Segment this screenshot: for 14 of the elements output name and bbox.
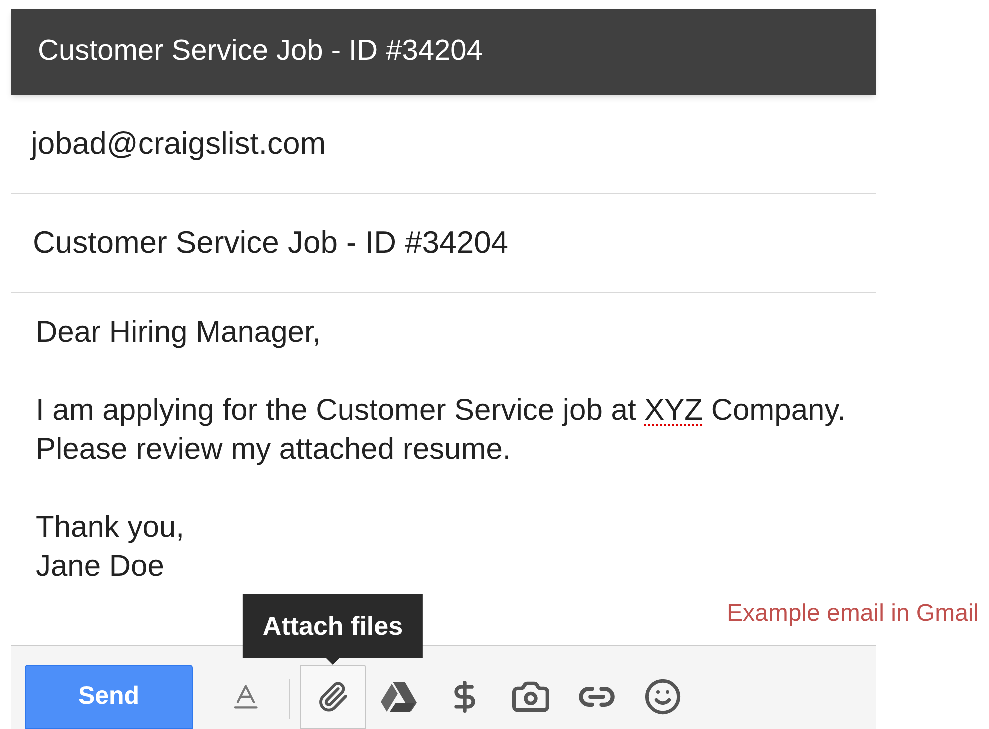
body-text-line: Please review my attached resume. bbox=[36, 432, 512, 468]
tooltip: Attach files bbox=[242, 594, 424, 658]
smiley-icon bbox=[644, 678, 682, 716]
body-text-line: Dear Hiring Manager, bbox=[36, 315, 322, 351]
paperclip-icon bbox=[317, 681, 349, 713]
body-text-line: Jane Doe bbox=[36, 549, 166, 585]
body-text-line: I am applying for the Customer Service job at XYZ Company. bbox=[36, 393, 847, 429]
tooltip-pointer bbox=[326, 658, 340, 665]
drive-icon bbox=[380, 681, 418, 713]
caption: Example email in Gmail bbox=[727, 599, 980, 629]
recipient-field[interactable]: jobad@craigslist.com bbox=[31, 120, 326, 168]
window-title: Customer Service Job - ID #34204 bbox=[38, 34, 483, 70]
body-text-line: Thank you, bbox=[36, 510, 186, 546]
subject-field[interactable]: Customer Service Job - ID #34204 bbox=[33, 220, 509, 266]
